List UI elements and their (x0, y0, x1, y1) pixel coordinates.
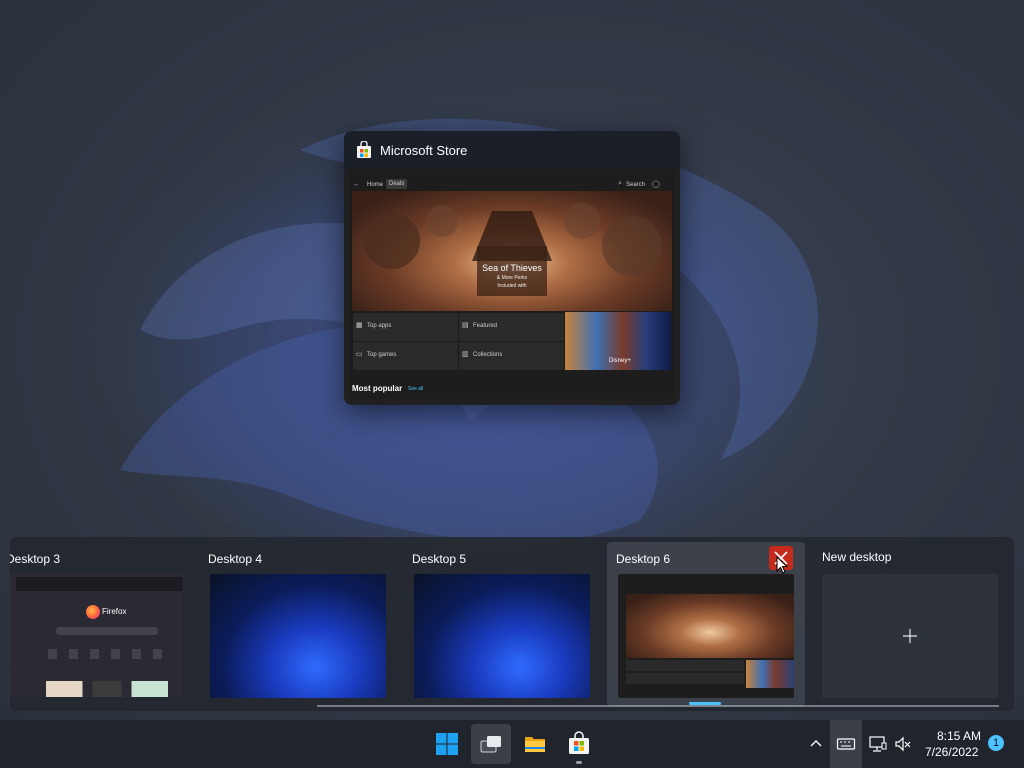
tile-top-apps: ▦ Top apps (352, 312, 459, 342)
hero-banner: Sea of Thieves & More Perks Included wit… (352, 191, 672, 311)
touch-keyboard-button[interactable] (830, 720, 862, 768)
window-thumbnail-microsoft-store[interactable]: Microsoft Store ← Home Deals Search ⌕ ◯ … (344, 131, 680, 405)
clock-date: 7/26/2022 (925, 745, 979, 759)
tile-label: Top games (367, 352, 397, 358)
firefox-tabbar (16, 577, 182, 591)
firefox-logo-icon (86, 605, 100, 619)
windows-logo-icon (436, 733, 458, 755)
promo-label: Disney+ (609, 358, 631, 364)
nav-deals: Deals (386, 179, 408, 189)
task-view-icon (480, 736, 501, 753)
store-promo-mini (746, 660, 794, 688)
account-icon: ◯ (652, 181, 660, 188)
desktop-3-thumbnail[interactable]: Firefox (10, 573, 182, 697)
search-label: Search (626, 182, 646, 188)
start-button[interactable] (427, 724, 467, 764)
hero-artwork (364, 203, 662, 296)
virtual-desktops-strip: Desktop 3 Firefox Desktop 4 Desktop 5 De… (10, 537, 1014, 711)
nav-home: Home (367, 182, 384, 188)
apps-icon: ▦ (356, 322, 363, 329)
collections-icon: ▥ (462, 351, 469, 358)
desktop-6-label[interactable]: Desktop 6 (616, 552, 670, 566)
keyboard-icon (836, 738, 856, 750)
store-hero-mini (626, 594, 794, 658)
firefox-title: Firefox (102, 607, 127, 616)
desktop-6-thumbnail[interactable] (618, 574, 794, 698)
store-tiles-mini (626, 660, 744, 684)
gamepad-icon: ▭ (356, 351, 363, 358)
store-bag-icon (357, 141, 371, 158)
tile-featured: ▤ Featured (458, 312, 565, 342)
desktops-scroll-indicator[interactable] (689, 702, 721, 705)
desktop-3-label[interactable]: Desktop 3 (10, 552, 60, 566)
tile-label: Collections (473, 352, 503, 358)
tile-top-games: ▭ Top games (352, 341, 459, 371)
taskbar: 8:15 AM 7/26/2022 1 (0, 720, 1024, 768)
tile-label: Top apps (367, 323, 392, 329)
disney-promo: Disney+ (565, 312, 671, 370)
mouse-cursor-icon (776, 556, 788, 574)
featured-icon: ▤ (462, 322, 469, 329)
new-desktop-label[interactable]: New desktop (822, 550, 891, 564)
network-button[interactable] (868, 734, 888, 754)
see-all-link: See all (408, 386, 424, 392)
hero-note: Included with (497, 283, 527, 289)
hero-subtitle: & More Perks (496, 275, 528, 281)
store-preview: ← Home Deals Search ⌕ ◯ Sea of Thieves &… (350, 169, 674, 399)
notification-badge[interactable]: 1 (988, 735, 1004, 751)
window-title: Microsoft Store (380, 143, 468, 158)
search-icon: ⌕ (618, 180, 622, 187)
new-desktop-button[interactable] (822, 574, 998, 698)
show-hidden-icons-button[interactable] (806, 734, 826, 754)
desktop-4-label[interactable]: Desktop 4 (208, 552, 262, 566)
tile-label: Featured (473, 323, 498, 329)
desktop-5-label[interactable]: Desktop 5 (412, 552, 466, 566)
desktops-scrollbar-track[interactable] (317, 705, 999, 707)
volume-muted-icon (895, 736, 911, 752)
firefox-search-bar (56, 627, 158, 635)
hero-title: Sea of Thieves (482, 263, 542, 273)
running-indicator (576, 761, 582, 764)
chevron-up-icon (810, 740, 822, 747)
back-arrow-icon: ← (353, 181, 360, 188)
desktop-5-thumbnail[interactable] (414, 574, 590, 698)
window-titlebar: Microsoft Store (344, 131, 680, 169)
volume-button[interactable] (893, 734, 913, 754)
plus-icon (903, 629, 917, 643)
firefox-shortcuts (48, 649, 168, 659)
store-bag-icon (569, 731, 589, 754)
task-view-button[interactable] (471, 724, 511, 764)
desktop-4-thumbnail[interactable] (210, 574, 386, 698)
tile-collections: ▥ Collections (458, 341, 565, 371)
folder-icon (525, 737, 545, 752)
network-icon (869, 736, 887, 752)
clock-time: 8:15 AM (937, 729, 982, 743)
firefox-recommendations (46, 681, 168, 697)
microsoft-store-button[interactable] (559, 724, 599, 764)
section-title: Most popular (352, 384, 403, 393)
file-explorer-button[interactable] (515, 724, 555, 764)
